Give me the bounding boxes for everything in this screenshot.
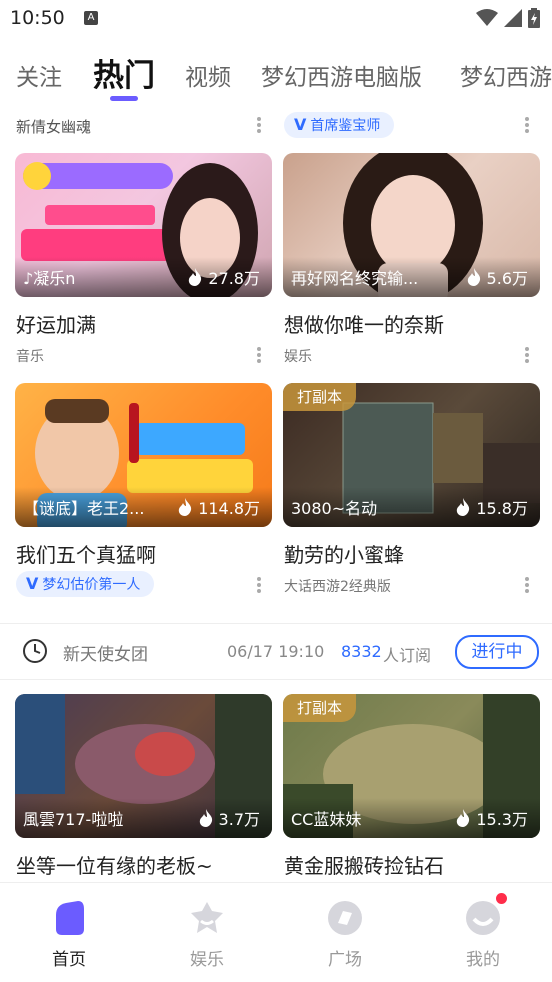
card-title[interactable]: 勤劳的小蜜蜂	[284, 539, 404, 568]
badge-label: 首席鉴宝师	[310, 118, 381, 134]
streamer-name: 再好网名终究输...	[291, 269, 419, 288]
card-category[interactable]: 娱乐	[284, 346, 312, 366]
schedule-name: 新天使女团	[63, 645, 148, 665]
heat-count: 15.3万	[456, 806, 528, 830]
plaza-icon	[328, 901, 362, 935]
schedule-row[interactable]: 新天使女团 06/17 19:10 8332 人订阅 进行中	[0, 624, 552, 678]
divider	[0, 679, 552, 680]
status-bar: 10:50 A	[0, 0, 552, 38]
tab-mhxy[interactable]: 梦幻西游	[460, 58, 552, 92]
more-menu-icon[interactable]	[525, 347, 529, 363]
bottom-nav: 首页 娱乐 广场 我的	[0, 882, 552, 982]
heat-value: 114.8万	[198, 499, 260, 518]
card-category[interactable]: 大话西游2经典版	[284, 576, 391, 596]
profile-icon	[466, 901, 500, 935]
heat-count: 15.8万	[456, 495, 528, 519]
heat-count: 3.7万	[199, 806, 260, 830]
activity-tag: 打副本	[283, 383, 357, 411]
heat-value: 27.8万	[208, 269, 260, 288]
flame-icon	[178, 498, 192, 516]
wifi-icon	[476, 9, 498, 26]
more-menu-icon[interactable]	[257, 577, 261, 593]
stream-card[interactable]: 打副本 3080~名动 15.8万	[283, 383, 540, 527]
battery-icon	[528, 8, 540, 28]
nav-plaza-label: 广场	[328, 950, 362, 970]
verified-icon: V	[294, 115, 307, 134]
streamer-name: 【谜底】老王2...	[23, 499, 145, 518]
more-menu-icon[interactable]	[525, 577, 529, 593]
heat-value: 15.8万	[476, 499, 528, 518]
streamer-name: CC蓝妹妹	[291, 810, 362, 829]
nav-home[interactable]: 首页	[0, 883, 138, 982]
card-title[interactable]: 黄金服搬砖捡钻石	[284, 850, 444, 879]
tab-follow[interactable]: 关注	[16, 58, 62, 92]
status-time: 10:50	[10, 7, 65, 29]
more-menu-icon[interactable]	[257, 117, 261, 133]
live-status-button[interactable]: 进行中	[455, 635, 539, 669]
nav-plaza[interactable]: 广场	[276, 883, 414, 982]
heat-count: 114.8万	[178, 495, 260, 519]
flame-icon	[189, 268, 202, 286]
heat-count: 27.8万	[188, 265, 260, 289]
category-tabs: 关注 热门 视频 梦幻西游电脑版 梦幻西游	[0, 44, 552, 106]
heat-value: 5.6万	[486, 269, 528, 288]
home-icon	[56, 901, 84, 935]
more-menu-icon[interactable]	[257, 347, 261, 363]
heat-count: 5.6万	[467, 265, 528, 289]
verified-icon: V	[26, 574, 39, 593]
flame-icon	[457, 809, 470, 827]
subscriber-suffix: 人订阅	[383, 646, 432, 665]
clock-icon	[23, 639, 47, 663]
heat-value: 15.3万	[476, 810, 528, 829]
activity-tag: 打副本	[283, 694, 357, 722]
nav-profile-label: 我的	[466, 950, 500, 970]
notification-dot	[496, 893, 507, 904]
notification-icon: A	[84, 11, 98, 25]
anchor-badge[interactable]: V 首席鉴宝师	[284, 112, 395, 138]
tab-mhxy-pc[interactable]: 梦幻西游电脑版	[261, 58, 422, 92]
stream-card[interactable]: 風雲717-啦啦 3.7万	[15, 694, 272, 838]
streamer-name: ♪凝乐n	[23, 269, 76, 288]
flame-icon	[467, 268, 480, 286]
flame-icon	[457, 498, 470, 516]
streamer-name: 風雲717-啦啦	[23, 810, 124, 829]
status-icons	[476, 8, 540, 28]
anchor-badge[interactable]: V 梦幻估价第一人	[16, 571, 155, 597]
nav-profile[interactable]: 我的	[414, 883, 552, 982]
subscriber-count: 8332	[341, 642, 382, 661]
tab-indicator	[110, 96, 138, 101]
heat-value: 3.7万	[218, 810, 260, 829]
stream-card[interactable]: 再好网名终究输... 5.6万	[283, 153, 540, 297]
card-title[interactable]: 我们五个真猛啊	[16, 539, 156, 568]
signal-icon	[504, 9, 522, 27]
stream-card[interactable]: 打副本 CC蓝妹妹 15.3万	[283, 694, 540, 838]
row-label-left[interactable]: 新倩女幽魂	[16, 116, 91, 137]
more-menu-icon[interactable]	[525, 117, 529, 133]
flame-icon	[199, 809, 212, 827]
card-category[interactable]: 音乐	[16, 346, 44, 366]
schedule-time: 06/17 19:10	[227, 642, 325, 661]
card-title[interactable]: 想做你唯一的奈斯	[284, 309, 444, 338]
card-title[interactable]: 好运加满	[16, 309, 96, 338]
badge-label: 梦幻估价第一人	[42, 577, 141, 593]
streamer-name: 3080~名动	[291, 499, 378, 518]
nav-entertainment[interactable]: 娱乐	[138, 883, 276, 982]
nav-home-label: 首页	[52, 950, 86, 970]
nav-entertainment-label: 娱乐	[190, 950, 224, 970]
tab-video[interactable]: 视频	[185, 58, 231, 92]
stream-card[interactable]: 【谜底】老王2... 114.8万	[15, 383, 272, 527]
stream-card[interactable]: ♪凝乐n 27.8万	[15, 153, 272, 297]
entertainment-icon	[191, 902, 223, 933]
card-title[interactable]: 坐等一位有缘的老板~	[16, 850, 213, 879]
tab-hot[interactable]: 热门	[93, 50, 155, 95]
